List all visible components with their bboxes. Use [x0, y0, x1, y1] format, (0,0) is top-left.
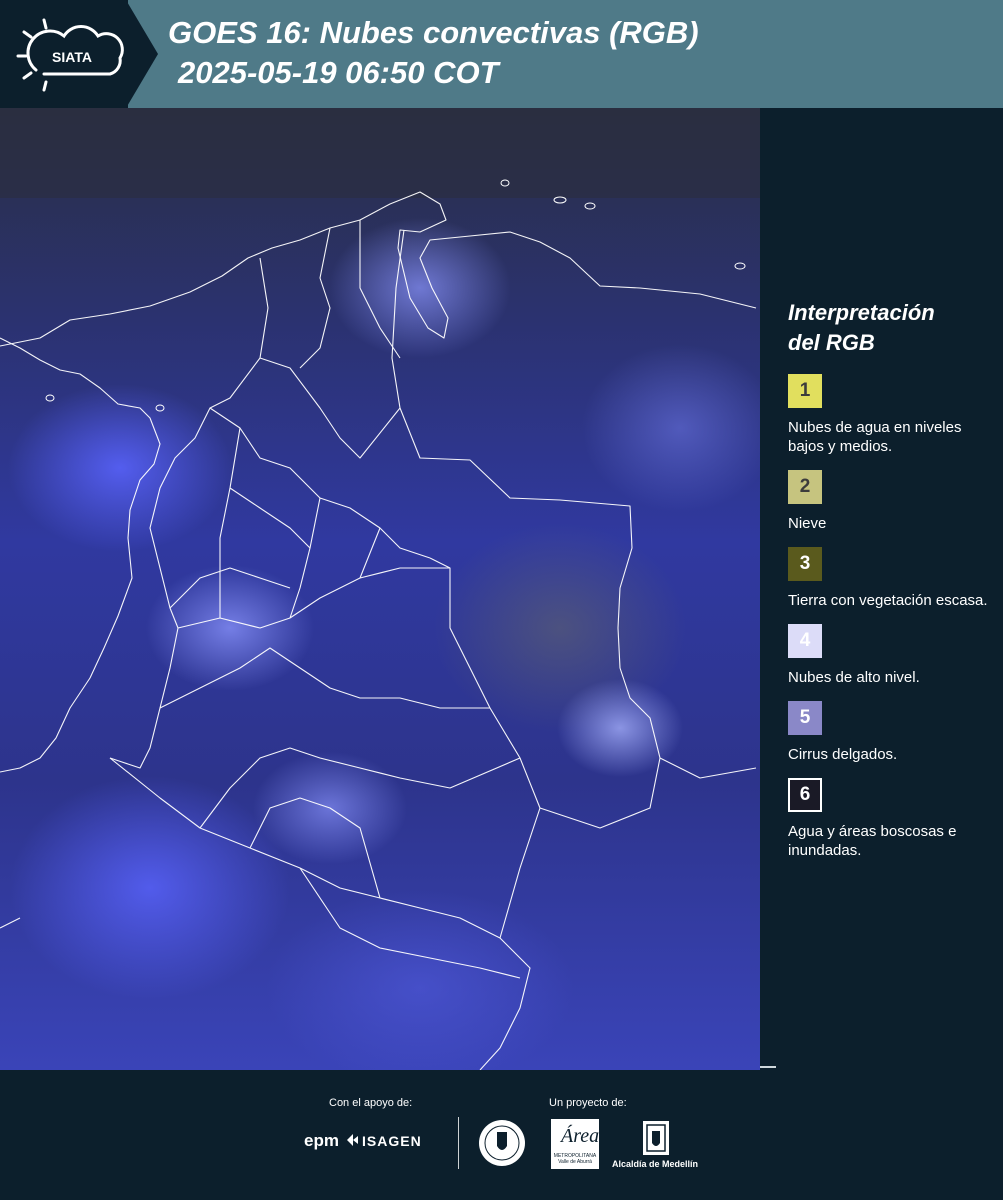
legend-title-line1: Interpretación [788, 300, 935, 325]
legend-swatch: 6 [788, 778, 822, 812]
legend-title: Interpretación del RGB [788, 298, 993, 358]
epm-logo: epm [304, 1131, 339, 1150]
alcaldia-label: Alcaldía de Medellín [612, 1159, 699, 1169]
legend-swatch: 2 [788, 470, 822, 504]
coastline-borders [0, 191, 757, 1070]
page-title: GOES 16: Nubes convectivas (RGB) [168, 15, 699, 50]
area-name: Área [561, 1125, 600, 1147]
satellite-map [0, 108, 760, 1070]
legend-item: 4 Nubes de alto nivel. [788, 624, 993, 687]
legend-item: 1 Nubes de agua en niveles bajos y medio… [788, 374, 993, 456]
project-label: Un proyecto de: [549, 1097, 627, 1109]
header: SIATA GOES 16: Nubes convectivas (RGB) 2… [0, 0, 1003, 108]
legend-item: 2 Nieve [788, 470, 993, 533]
legend-title-line2: del RGB [788, 330, 875, 355]
legend-swatch: 4 [788, 624, 822, 658]
medellin-seal-icon [479, 1120, 525, 1166]
footer-divider [458, 1117, 459, 1169]
legend-swatch: 3 [788, 547, 822, 581]
rgb-legend: Interpretación del RGB 1 Nubes de agua e… [788, 298, 993, 874]
area-sub: METROPOLITANA Valle de Aburrá [553, 1153, 597, 1165]
footer-divider-line [760, 1066, 776, 1068]
area-metropolitana-logo: Área METROPOLITANA Valle de Aburrá [551, 1119, 599, 1169]
legend-label: Nieve [788, 515, 827, 532]
legend-item: 5 Cirrus delgados. [788, 701, 993, 764]
siata-logo: SIATA [16, 18, 124, 92]
support-label: Con el apoyo de: [329, 1097, 413, 1109]
map-overlay [0, 108, 760, 1070]
legend-item: 6 Agua y áreas boscosas e inundadas. [788, 778, 993, 860]
legend-swatch: 1 [788, 374, 822, 408]
legend-item: 3 Tierra con vegetación escasa. [788, 547, 993, 610]
logo-text: SIATA [52, 49, 92, 65]
isagen-icon [347, 1134, 358, 1146]
legend-swatch: 5 [788, 701, 822, 735]
page-subtitle: 2025-05-19 06:50 COT [178, 55, 499, 90]
alcaldia-crest-icon [643, 1121, 669, 1155]
legend-label: Nubes de agua en niveles bajos y medios. [788, 419, 962, 455]
legend-label: Cirrus delgados. [788, 746, 898, 763]
isagen-logo: ISAGEN [362, 1133, 422, 1149]
legend-label: Tierra con vegetación escasa. [788, 592, 988, 609]
legend-label: Agua y áreas boscosas e inundadas. [788, 823, 957, 859]
legend-label: Nubes de alto nivel. [788, 669, 920, 686]
header-chevron [126, 0, 158, 108]
